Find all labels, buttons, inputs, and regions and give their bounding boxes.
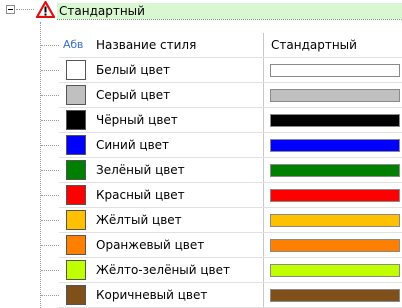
- header-divider: [57, 19, 402, 20]
- color-label: Чёрный цвет: [96, 113, 178, 127]
- collapse-minus-icon[interactable]: [6, 5, 15, 14]
- color-swatch-icon: [66, 285, 86, 305]
- column-divider: [263, 183, 264, 208]
- color-value-bar[interactable]: [270, 139, 400, 152]
- color-row[interactable]: Жёлто-зелёный цвет: [0, 258, 402, 283]
- tree-connector: [16, 9, 34, 10]
- column-divider: [263, 158, 264, 183]
- tree-connector: [41, 45, 59, 46]
- column-divider: [263, 208, 264, 233]
- color-row[interactable]: Белый цвет: [0, 58, 402, 83]
- color-label: Оранжевый цвет: [96, 238, 205, 252]
- tree-connector: [41, 70, 59, 71]
- color-swatch-icon: [66, 110, 86, 130]
- tree-connector: [41, 120, 59, 121]
- style-name-label: Название стиля: [96, 38, 197, 52]
- color-swatch-icon: [66, 185, 86, 205]
- color-swatch-icon: [66, 85, 86, 105]
- color-label: Серый цвет: [96, 88, 171, 102]
- column-divider: [263, 133, 264, 158]
- color-row[interactable]: Жёлтый цвет: [0, 208, 402, 233]
- color-value-bar[interactable]: [270, 89, 400, 102]
- text-abc-icon: Абв: [63, 38, 84, 51]
- column-divider: [263, 233, 264, 258]
- style-group-title: Стандартный: [59, 4, 145, 18]
- tree-connector: [41, 195, 59, 196]
- color-label: Зелёный цвет: [96, 163, 185, 177]
- color-swatch-icon: [66, 260, 86, 280]
- color-swatch-icon: [66, 235, 86, 255]
- color-row[interactable]: Зелёный цвет: [0, 158, 402, 183]
- column-divider: [263, 58, 264, 83]
- tree-connector: [41, 270, 59, 271]
- color-value-bar[interactable]: [270, 239, 400, 252]
- color-label: Белый цвет: [96, 63, 170, 77]
- color-value-bar[interactable]: [270, 264, 400, 277]
- color-value-bar[interactable]: [270, 164, 400, 177]
- tree-connector: [41, 95, 59, 96]
- column-divider: [263, 33, 264, 58]
- style-name-row[interactable]: Абв Название стиля Стандартный: [0, 33, 402, 58]
- color-row[interactable]: Серый цвет: [0, 83, 402, 108]
- tree-connector: [41, 245, 59, 246]
- color-row[interactable]: Красный цвет: [0, 183, 402, 208]
- property-grid: Стандартный Абв Название стиля Стандартн…: [0, 0, 402, 308]
- color-label: Жёлто-зелёный цвет: [96, 263, 231, 277]
- color-value-bar[interactable]: [270, 64, 400, 77]
- tree-connector: [41, 295, 59, 296]
- color-label: Красный цвет: [96, 188, 185, 202]
- color-swatch-icon: [66, 160, 86, 180]
- color-value-bar[interactable]: [270, 189, 400, 202]
- color-row[interactable]: Синий цвет: [0, 133, 402, 158]
- tree-connector: [41, 220, 59, 221]
- color-row[interactable]: Оранжевый цвет: [0, 233, 402, 258]
- color-row[interactable]: Чёрный цвет: [0, 108, 402, 133]
- tree-connector: [41, 145, 59, 146]
- color-value-bar[interactable]: [270, 289, 400, 302]
- color-swatch-icon: [66, 210, 86, 230]
- color-row[interactable]: Коричневый цвет: [0, 283, 402, 308]
- warning-triangle-icon: [36, 1, 55, 18]
- tree-connector: [41, 170, 59, 171]
- color-swatch-icon: [66, 60, 86, 80]
- style-group-header[interactable]: Стандартный: [0, 0, 402, 22]
- column-divider: [263, 108, 264, 133]
- color-value-bar[interactable]: [270, 114, 400, 127]
- color-swatch-icon: [66, 135, 86, 155]
- color-label: Жёлтый цвет: [96, 213, 182, 227]
- column-divider: [263, 283, 264, 308]
- column-divider: [263, 83, 264, 108]
- style-name-value[interactable]: Стандартный: [271, 33, 357, 57]
- color-label: Коричневый цвет: [96, 288, 208, 302]
- color-label: Синий цвет: [96, 138, 170, 152]
- color-value-bar[interactable]: [270, 214, 400, 227]
- column-divider: [263, 258, 264, 283]
